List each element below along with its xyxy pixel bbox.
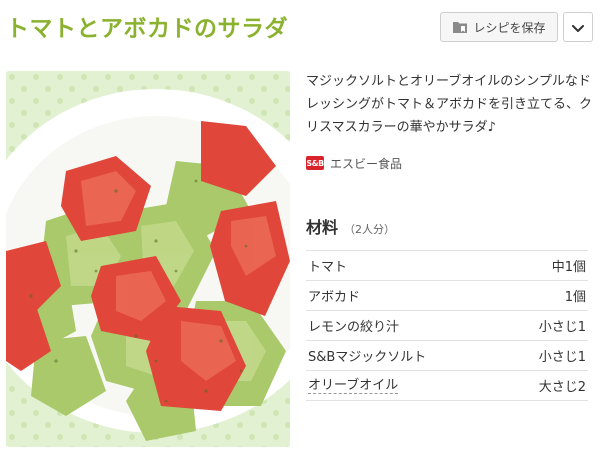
ingredient-name-link[interactable]: オリーブオイル (308, 378, 399, 394)
ingredient-amount: 小さじ1 (538, 320, 586, 335)
chevron-down-icon (572, 18, 584, 37)
brand-logo: S&B (306, 156, 324, 170)
ingredients-title: 材料 (306, 218, 339, 237)
ingredient-amount: 小さじ1 (538, 350, 586, 365)
ingredient-name: S&Bマジックソルト (308, 350, 427, 365)
ingredient-row: トマト 中1個 (306, 251, 588, 281)
ingredient-row: レモンの絞り汁 小さじ1 (306, 311, 588, 341)
ingredient-name: アボカド (308, 290, 361, 305)
more-menu-button[interactable] (563, 12, 593, 42)
recipe-photo (6, 71, 290, 447)
ingredient-amount: 1個 (564, 290, 586, 305)
save-recipe-label: レシピを保存 (473, 20, 546, 35)
ingredient-row: アボカド 1個 (306, 281, 588, 311)
ingredients-list: トマト 中1個 アボカド 1個 レモンの絞り汁 小さじ1 S&Bマジックソルト … (306, 250, 588, 401)
bookmark-folder-icon (452, 20, 468, 34)
recipe-description: マジックソルトとオリーブオイルのシンプルなドレッシングがトマト＆アボカドを引き立… (306, 74, 593, 135)
save-recipe-button[interactable]: レシピを保存 (440, 12, 558, 42)
ingredient-row: S&Bマジックソルト 小さじ1 (306, 341, 588, 371)
ingredients-header: 材料 （2人分） (306, 214, 395, 238)
author-link[interactable]: S&B エスビー食品 (306, 154, 402, 172)
ingredient-amount: 大さじ2 (538, 380, 586, 395)
ingredient-name: トマト (308, 260, 348, 275)
ingredient-name: レモンの絞り汁 (308, 320, 400, 335)
author-name[interactable]: エスビー食品 (330, 155, 402, 172)
recipe-title: トマトとアボカドのサラダ (6, 16, 288, 42)
ingredients-serving: （2人分） (344, 223, 396, 236)
ingredient-row: オリーブオイル 大さじ2 (306, 371, 588, 401)
ingredient-amount: 中1個 (551, 260, 586, 275)
